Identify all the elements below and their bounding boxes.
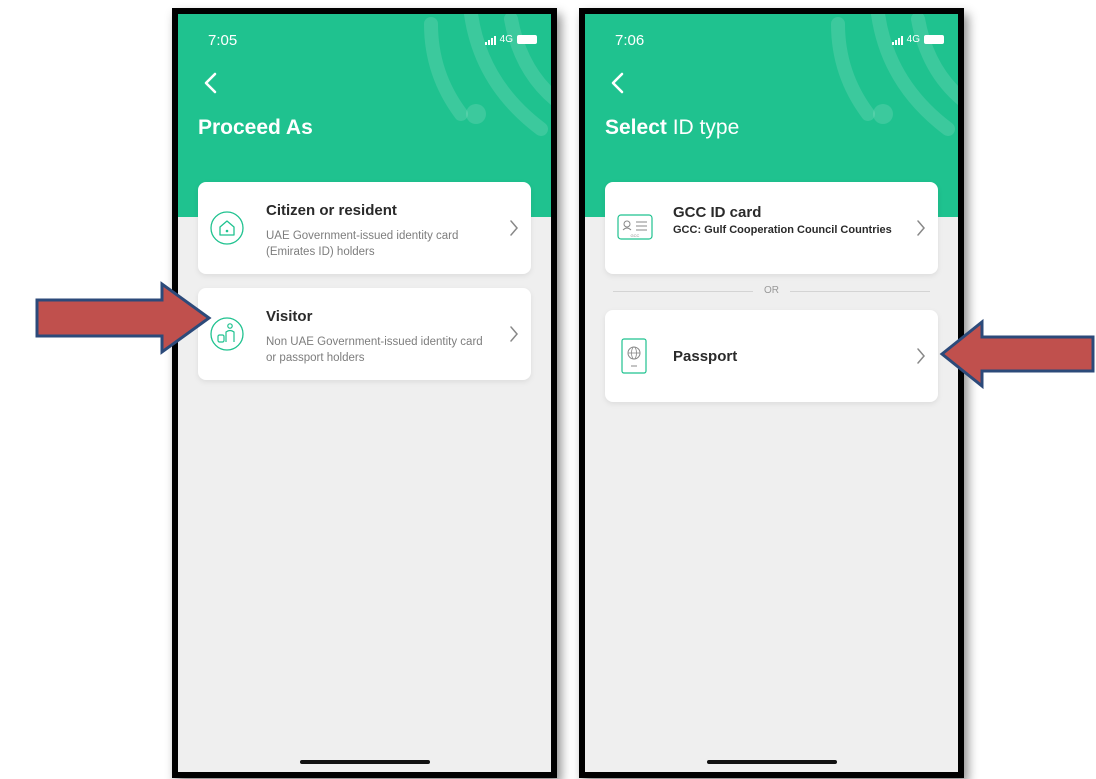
back-button[interactable]	[607, 70, 629, 96]
option-title: Visitor	[266, 308, 313, 325]
network-label: 4G	[499, 34, 513, 45]
or-divider: OR	[605, 284, 938, 298]
chevron-right-icon	[510, 220, 518, 236]
page-title: Select ID type	[605, 116, 739, 140]
option-gcc-id-card[interactable]: GCC GCC ID card GCC: Gulf Cooperation Co…	[605, 182, 938, 274]
chevron-right-icon	[510, 326, 518, 342]
page-title: Proceed As	[198, 116, 313, 139]
status-bar-indicators: 4G	[484, 34, 537, 45]
passport-icon	[621, 338, 647, 374]
signal-icon	[484, 35, 496, 45]
status-bar-indicators: 4G	[891, 34, 944, 45]
chevron-right-icon	[917, 348, 925, 364]
option-visitor[interactable]: Visitor Non UAE Government-issued identi…	[198, 288, 531, 380]
chevron-right-icon	[917, 220, 925, 236]
phone-screen-select-id-type: 7:06 4G Select ID type GCC GCC ID card G…	[579, 8, 964, 778]
option-description: Non UAE Government-issued identity card …	[266, 336, 483, 364]
page-title-light: ID type	[672, 116, 740, 139]
phone-screen-proceed-as: 7:05 4G Proceed As Citizen or resident U…	[172, 8, 557, 778]
status-time: 7:06	[615, 32, 645, 49]
option-title: Passport	[673, 348, 738, 365]
option-description: UAE Government-issued identity card (Emi…	[266, 230, 459, 258]
signal-icon	[891, 35, 903, 45]
network-label: 4G	[906, 34, 920, 45]
battery-icon	[517, 35, 537, 44]
status-time: 7:05	[208, 32, 238, 49]
home-indicator[interactable]	[299, 760, 430, 764]
visitor-icon	[210, 317, 244, 351]
battery-icon	[924, 35, 944, 44]
arrow-right-icon	[35, 281, 212, 355]
id-card-icon-text: GCC	[631, 233, 640, 238]
option-citizen-resident[interactable]: Citizen or resident UAE Government-issue…	[198, 182, 531, 274]
option-title: GCC ID card	[673, 204, 762, 221]
page-title-bold: Select	[605, 116, 667, 139]
divider-line	[790, 291, 930, 292]
arrow-left-icon	[939, 318, 1095, 390]
home-icon	[210, 211, 244, 245]
option-description: GCC: Gulf Cooperation Council Countries	[673, 224, 892, 236]
option-passport[interactable]: Passport	[605, 310, 938, 402]
id-card-icon: GCC	[617, 214, 653, 240]
home-indicator[interactable]	[706, 760, 837, 764]
option-title: Citizen or resident	[266, 202, 397, 219]
back-button[interactable]	[200, 70, 222, 96]
